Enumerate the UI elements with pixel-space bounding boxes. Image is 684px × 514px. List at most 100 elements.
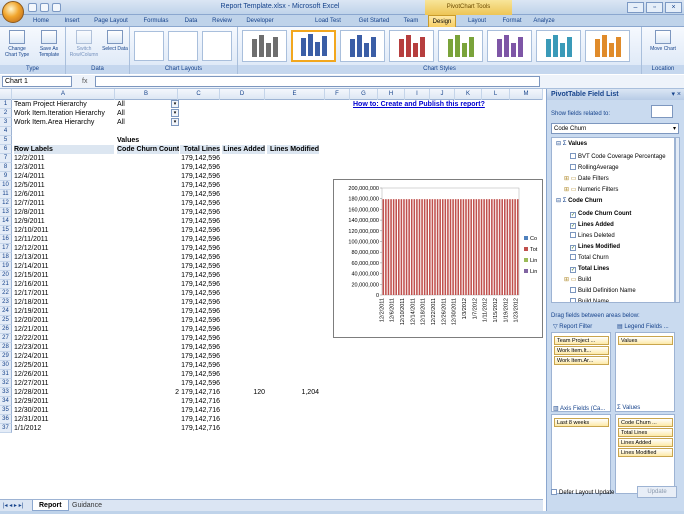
row-header[interactable]: 36 [0,415,12,424]
row-header[interactable]: 31 [0,370,12,379]
row-label[interactable]: 12/28/2011 [14,388,114,397]
row-header[interactable]: 21 [0,280,12,289]
row-header[interactable]: 34 [0,397,12,406]
tab-home[interactable]: Home [26,15,56,27]
chart-bar[interactable] [449,199,452,295]
chart-bar[interactable] [429,199,431,295]
cell-value[interactable]: 179,142,716 [180,406,220,415]
chart-bar[interactable] [462,199,465,295]
row-header[interactable]: 13 [0,208,12,217]
row-label[interactable]: 12/13/2011 [14,253,114,262]
cell-value[interactable]: 179,142,596 [180,379,220,388]
row-label[interactable]: 12/10/2011 [14,226,114,235]
chart-bar[interactable] [403,199,405,295]
row-header[interactable]: 9 [0,172,12,181]
expand-icon[interactable]: ⊟ Σ [556,198,568,204]
column-header[interactable]: A [12,89,115,100]
field-list-scrollbar[interactable] [675,137,680,303]
column-header[interactable]: M [510,89,543,100]
filter-dropdown-icon[interactable]: ▾ [171,100,179,108]
chart-bar[interactable] [426,199,429,295]
column-header[interactable]: J [430,89,455,100]
legend-entry[interactable]: Lin [530,258,537,264]
checkbox-icon[interactable]: ✓ [570,245,576,251]
cell-value[interactable]: 179,142,596 [180,343,220,352]
cell-value[interactable]: 179,142,596 [180,289,220,298]
row-header[interactable]: 30 [0,361,12,370]
chart-layout-1[interactable] [134,31,164,61]
pivot-header[interactable]: Total Lines [180,145,220,154]
cell-value[interactable]: 179,142,596 [180,316,220,325]
column-header[interactable]: K [455,89,482,100]
chart-bar[interactable] [390,199,392,295]
cell-value[interactable]: 2 [117,388,179,397]
chart-bar[interactable] [475,199,478,295]
measure-group-select[interactable]: Code Churn ▾ [551,123,679,134]
tab-insert[interactable]: Insert [58,15,86,27]
chart-bar[interactable] [511,199,514,295]
chart-bar[interactable] [452,199,454,295]
chart-bar[interactable] [385,199,387,295]
select-data-button[interactable]: Select Data [102,30,128,52]
field-item[interactable]: ⊞ ▭ Numeric Filters [564,186,674,195]
cell-value[interactable]: 179,142,596 [180,325,220,334]
chart-bar[interactable] [418,199,421,295]
field-item[interactable]: ⊟ Σ Values [556,140,674,149]
area-field-chip[interactable]: Lines Modified [618,448,673,457]
tab-page-layout[interactable]: Page Layout [88,15,134,27]
row-header[interactable]: 15 [0,226,12,235]
row-header[interactable]: 7 [0,154,12,163]
row-header[interactable]: 22 [0,289,12,298]
row-label[interactable]: 12/29/2011 [14,397,114,406]
tab-get-started[interactable]: Get Started [350,15,398,27]
area-field-chip[interactable]: Lines Added [618,438,673,447]
name-box[interactable]: Chart 1 [2,76,72,87]
column-header[interactable]: B [115,89,178,100]
legend-entry[interactable]: Lin [530,269,537,275]
close-button[interactable]: × [665,2,682,13]
chart-bar[interactable] [400,199,403,295]
cell-value[interactable]: 179,142,596 [180,226,220,235]
update-button[interactable]: Update [637,486,677,498]
select-all-corner[interactable] [0,89,12,100]
filter-value[interactable]: All [117,109,167,118]
checkbox-icon[interactable] [570,164,576,170]
chart-bar[interactable] [514,199,516,295]
filter-value[interactable]: All [117,118,167,127]
area-field-chip[interactable]: Work Item.It... [554,346,609,355]
legend-entry[interactable]: Co [530,236,537,242]
cell-value[interactable]: 179,142,596 [180,190,220,199]
chart-bar[interactable] [382,199,385,295]
checkbox-icon[interactable] [570,153,576,159]
chart-bar[interactable] [454,199,457,295]
tab-formulas[interactable]: Formulas [136,15,176,27]
fx-icon[interactable]: fx [82,76,87,88]
filter-value[interactable]: All [117,100,167,109]
checkbox-icon[interactable] [570,232,576,238]
row-header[interactable]: 4 [0,127,12,136]
chart-bar[interactable] [431,199,434,295]
chart-bar[interactable] [439,199,441,295]
column-header[interactable]: L [482,89,510,100]
row-label[interactable]: 12/26/2011 [14,370,114,379]
area-field-chip[interactable]: Code Churn ... [618,418,673,427]
row-header[interactable]: 23 [0,298,12,307]
cell-value[interactable]: 179,142,596 [180,361,220,370]
chart-style-5[interactable] [438,30,483,62]
row-header[interactable]: 24 [0,307,12,316]
field-item[interactable]: RollingAverage [570,164,674,173]
checkbox-icon[interactable] [570,254,576,260]
chart-bar[interactable] [410,199,413,295]
row-header[interactable]: 32 [0,379,12,388]
pivot-header[interactable]: Row Labels [14,145,114,154]
cell-value[interactable]: 179,142,596 [180,181,220,190]
row-header[interactable]: 25 [0,316,12,325]
row-label[interactable]: 12/4/2011 [14,172,114,181]
chart-bar[interactable] [470,199,472,295]
formula-input[interactable] [95,76,540,87]
tab-load-test[interactable]: Load Test [308,15,348,27]
defer-layout-checkbox[interactable]: Defer Layout Update [551,489,614,496]
chart-bar[interactable] [504,199,506,295]
cell-value[interactable]: 179,142,596 [180,235,220,244]
chart-bar[interactable] [441,199,444,295]
